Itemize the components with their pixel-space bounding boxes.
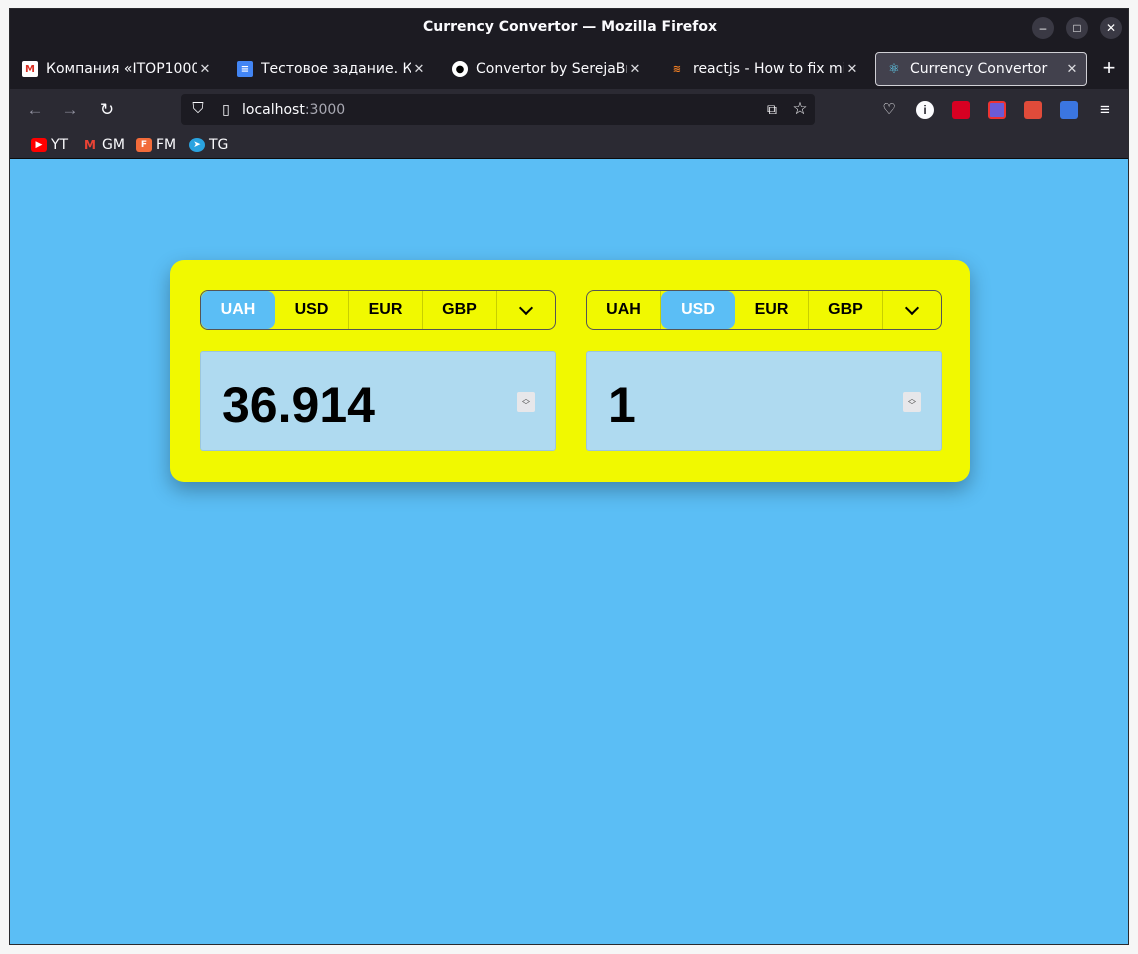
bookmarks-bar: ▶ YT M GM F FM ➤ TG (10, 131, 1128, 159)
converter-card: UAH USD EUR GBP 36.914 ︿ ﹀ UAH USD EUR G… (170, 260, 970, 482)
from-currency-eur[interactable]: EUR (349, 291, 423, 329)
bookmark-fm[interactable]: F FM (136, 137, 176, 153)
close-tab-icon[interactable]: ✕ (197, 62, 213, 77)
to-currency-uah[interactable]: UAH (587, 291, 661, 329)
to-more-currencies-button[interactable] (883, 291, 941, 329)
bookmark-tg[interactable]: ➤ TG (189, 137, 228, 153)
tab-bar: M Компания «ITOP1000» | ✕ ≡ Тестовое зад… (10, 49, 1128, 89)
chevron-down-icon (904, 300, 920, 316)
reload-icon[interactable]: ↻ (96, 99, 118, 121)
from-amount-value: 36.914 (222, 377, 375, 433)
github-icon: ● (452, 61, 468, 77)
lock-extension-icon[interactable] (952, 101, 970, 119)
to-currency-selector: UAH USD EUR GBP (586, 290, 942, 330)
close-tab-icon[interactable]: ✕ (844, 62, 860, 77)
close-tab-icon[interactable]: ✕ (411, 62, 427, 77)
to-amount-value: 1 (608, 377, 636, 433)
menu-icon[interactable]: ≡ (1094, 99, 1116, 121)
bookmark-gm[interactable]: M GM (82, 137, 125, 153)
url-text[interactable]: localhost:3000 (242, 102, 345, 118)
info-extension-icon[interactable]: i (916, 101, 934, 119)
telegram-icon: ➤ (189, 138, 205, 152)
from-amount-input[interactable]: 36.914 ︿ ﹀ (200, 351, 556, 451)
translate-icon[interactable]: ⧉ (761, 98, 783, 120)
from-currency-uah[interactable]: UAH (201, 291, 275, 329)
to-amount-input[interactable]: 1 ︿ ﹀ (586, 351, 942, 451)
to-block: UAH USD EUR GBP 1 ︿ ﹀ (586, 290, 942, 451)
page-icon: ▯ (222, 101, 230, 117)
ruler-extension-icon[interactable] (988, 101, 1006, 119)
translator-extension-icon[interactable] (1060, 101, 1078, 119)
addon-extension-icon[interactable] (1024, 101, 1042, 119)
to-currency-eur[interactable]: EUR (735, 291, 809, 329)
to-currency-gbp[interactable]: GBP (809, 291, 883, 329)
youtube-icon: ▶ (31, 138, 47, 152)
address-bar[interactable]: ⛉ ▯ localhost:3000 ⧉ ☆ (181, 94, 815, 125)
forward-icon[interactable]: → (59, 99, 81, 121)
fm-icon: F (136, 138, 152, 152)
shield-icon[interactable]: ⛉ (187, 98, 209, 120)
gmail-icon: M (84, 138, 96, 152)
from-currency-usd[interactable]: USD (275, 291, 349, 329)
gmail-icon: M (22, 61, 38, 77)
react-icon: ⚛ (888, 61, 900, 77)
browser-window: Currency Convertor — Mozilla Firefox – □… (9, 8, 1129, 945)
tab-test-task[interactable]: ≡ Тестовое задание. Кон ✕ (227, 52, 433, 86)
number-spinner-icon[interactable]: ︿ ﹀ (517, 392, 535, 412)
google-docs-icon: ≡ (237, 61, 253, 77)
from-currency-gbp[interactable]: GBP (423, 291, 497, 329)
tab-itop1000[interactable]: M Компания «ITOP1000» | ✕ (12, 52, 219, 86)
new-tab-icon[interactable]: + (1098, 57, 1120, 79)
to-currency-usd[interactable]: USD (661, 291, 735, 329)
tab-stackoverflow[interactable]: ≋ reactjs - How to fix miss ✕ (659, 52, 866, 86)
number-spinner-icon[interactable]: ︿ ﹀ (903, 392, 921, 412)
page-content: UAH USD EUR GBP 36.914 ︿ ﹀ UAH USD EUR G… (10, 160, 1128, 944)
title-bar: Currency Convertor — Mozilla Firefox – □… (10, 9, 1128, 49)
close-window-icon[interactable]: ✕ (1100, 17, 1122, 39)
close-tab-icon[interactable]: ✕ (1064, 62, 1080, 77)
bookmark-yt[interactable]: ▶ YT (31, 137, 68, 153)
from-more-currencies-button[interactable] (497, 291, 555, 329)
navigation-bar: ← → ↻ ⛉ ▯ localhost:3000 ⧉ ☆ ♡ i ≡ (10, 89, 1128, 131)
tab-github[interactable]: ● Convertor by SerejaBrak ✕ (442, 52, 649, 86)
close-tab-icon[interactable]: ✕ (627, 62, 643, 77)
minimize-icon[interactable]: – (1032, 17, 1054, 39)
bookmark-star-icon[interactable]: ☆ (789, 98, 811, 120)
from-block: UAH USD EUR GBP 36.914 ︿ ﹀ (200, 290, 556, 451)
pocket-icon[interactable]: ♡ (878, 99, 900, 121)
chevron-down-icon (518, 300, 534, 316)
stackoverflow-icon: ≋ (672, 63, 682, 75)
maximize-icon[interactable]: □ (1066, 17, 1088, 39)
from-currency-selector: UAH USD EUR GBP (200, 290, 556, 330)
tab-currency-convertor[interactable]: ⚛ Currency Convertor ✕ (875, 52, 1087, 86)
back-icon[interactable]: ← (24, 99, 46, 121)
window-title: Currency Convertor — Mozilla Firefox (422, 19, 718, 35)
